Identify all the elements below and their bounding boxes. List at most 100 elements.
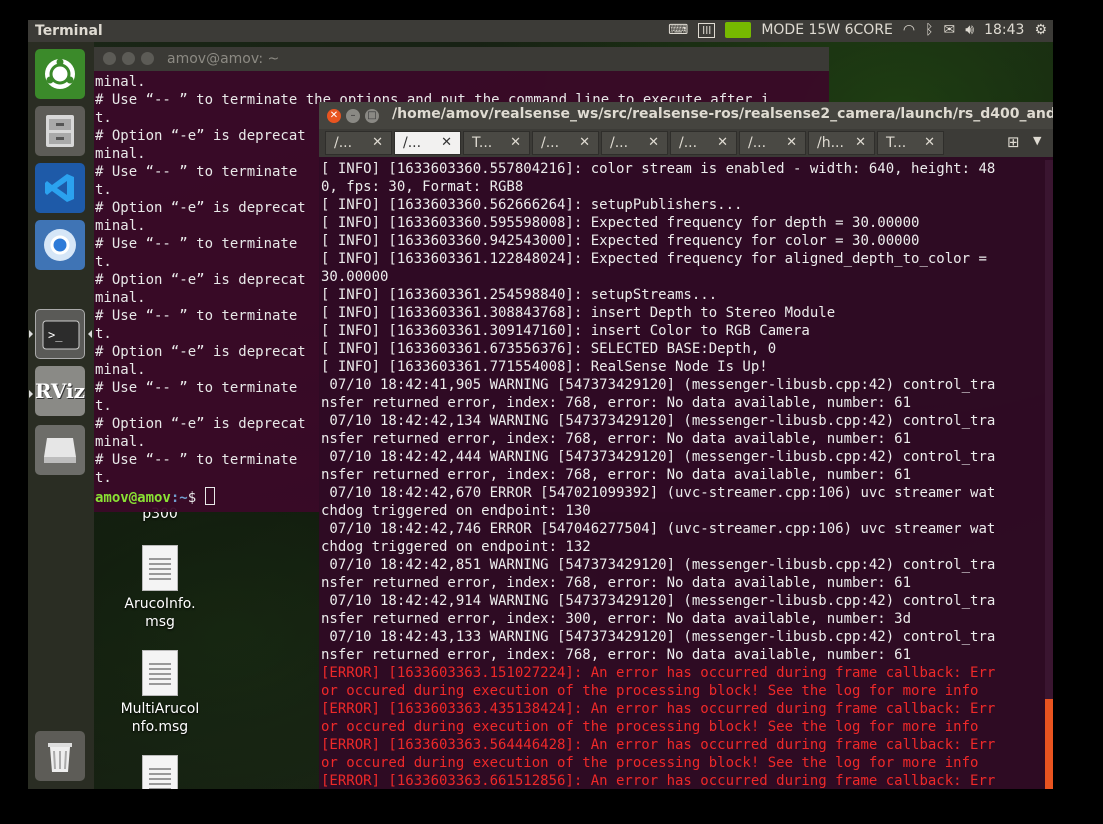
log-line: nsfer returned error, index: 768, error:…: [321, 467, 912, 483]
chevron-down-icon[interactable]: ▼: [1033, 134, 1041, 147]
tab-label: /...: [748, 135, 767, 151]
text-file-icon: [142, 545, 178, 591]
wifi-icon[interactable]: ◠: [903, 22, 915, 38]
minimize-button[interactable]: –: [346, 109, 360, 123]
launcher-rviz[interactable]: RViz: [35, 366, 85, 416]
bluetooth-icon[interactable]: ᛒ: [925, 22, 933, 38]
close-button[interactable]: [103, 52, 116, 65]
settings-gear-icon[interactable]: ⚙: [1034, 22, 1047, 38]
launcher-chromium[interactable]: [35, 220, 85, 270]
log-line: 07/10 18:42:41,905 WARNING [547373429120…: [321, 377, 996, 393]
close-button[interactable]: ✕: [327, 109, 341, 123]
text-file-icon: [142, 650, 178, 696]
error-log-line: [ERROR] [1633603363.661512856]: An error…: [321, 773, 996, 789]
tab-label: /...: [679, 135, 698, 151]
log-line: [ INFO] [1633603361.254598840]: setupStr…: [321, 287, 718, 303]
log-line: nsfer returned error, index: 300, error:…: [321, 611, 912, 627]
desktop-icon-multiarucoinfo[interactable]: MultiArucoI nfo.msg: [115, 650, 205, 736]
log-line: [ INFO] [1633603361.122848024]: Expected…: [321, 251, 987, 267]
svg-text:>_: >_: [48, 328, 63, 342]
log-line: nsfer returned error, index: 768, error:…: [321, 647, 912, 663]
front-terminal-window[interactable]: ✕ – □ /home/amov/realsense_ws/src/realse…: [319, 102, 1053, 789]
terminal-tab[interactable]: /... ✕: [670, 131, 737, 155]
front-terminal-output[interactable]: [ INFO] [1633603360.557804216]: color st…: [321, 160, 1039, 789]
terminal-tab[interactable]: T... ✕: [463, 131, 530, 155]
terminal-tab[interactable]: /... ✕: [394, 131, 461, 155]
tab-close-icon[interactable]: ✕: [924, 135, 935, 150]
tab-close-icon[interactable]: ✕: [855, 135, 866, 150]
tab-close-icon[interactable]: ✕: [786, 135, 797, 150]
minimize-button[interactable]: [122, 52, 135, 65]
indicator-area: ⌨ lll MODE 15W 6CORE ◠ ᛒ ✉ 🔊︎ 18:43 ⚙: [668, 22, 1047, 38]
tab-close-icon[interactable]: ✕: [372, 135, 383, 150]
launcher-disk[interactable]: [35, 425, 85, 475]
running-indicator: [29, 330, 33, 338]
error-log-line: or occured during execution of the proce…: [321, 683, 979, 699]
error-log-line: or occured during execution of the proce…: [321, 719, 979, 735]
tab-close-icon[interactable]: ✕: [579, 135, 590, 150]
terminal-tab[interactable]: /... ✕: [532, 131, 599, 155]
volume-icon[interactable]: 🔊︎: [965, 22, 974, 38]
tab-close-icon[interactable]: ✕: [441, 135, 452, 150]
terminal-tab[interactable]: T... ✕: [877, 131, 944, 155]
scrollbar-thumb[interactable]: [1045, 699, 1053, 789]
log-line: chdog triggered on endpoint: 130: [321, 503, 591, 519]
log-line: 0, fps: 30, Format: RGB8: [321, 179, 524, 195]
launcher-vscode[interactable]: [35, 163, 85, 213]
launcher-terminal[interactable]: >_: [35, 309, 85, 359]
terminal-tab[interactable]: /... ✕: [601, 131, 668, 155]
log-line: chdog triggered on endpoint: 132: [321, 539, 591, 555]
tab-label: /...: [403, 135, 422, 151]
tab-close-icon[interactable]: ✕: [717, 135, 728, 150]
desktop-icon-arucoinfo[interactable]: ArucoInfo. msg: [115, 545, 205, 631]
window-title: amov@amov: ~: [167, 51, 280, 67]
terminal-tab[interactable]: /h... ✕: [808, 131, 875, 155]
log-line: [ INFO] [1633603361.309147160]: insert C…: [321, 323, 810, 339]
log-line: [ INFO] [1633603361.308843768]: insert D…: [321, 305, 836, 321]
terminal-tab-bar: /... ✕/... ✕ T... ✕/... ✕/... ✕/... ✕/... ✕/h...…: [319, 129, 1053, 157]
error-log-line: or occured during execution of the proce…: [321, 755, 979, 771]
vscode-icon: [35, 163, 85, 213]
chromium-icon: [35, 220, 85, 270]
error-log-line: [ERROR] [1633603363.435138424]: An error…: [321, 701, 996, 717]
front-terminal-titlebar[interactable]: ✕ – □ /home/amov/realsense_ws/src/realse…: [319, 102, 1053, 129]
top-panel: Terminal ⌨ lll MODE 15W 6CORE ◠ ᛒ ✉ 🔊︎ 1…: [28, 20, 1053, 42]
log-line: [ INFO] [1633603360.595598008]: Expected…: [321, 215, 920, 231]
nvpmodel-mode[interactable]: MODE 15W 6CORE: [761, 22, 893, 38]
log-line: 07/10 18:42:42,851 WARNING [547373429120…: [321, 557, 996, 573]
desktop-icon-label: MultiArucoI nfo.msg: [120, 701, 200, 735]
tab-label: /...: [610, 135, 629, 151]
nvidia-icon[interactable]: [725, 22, 752, 38]
terminal-scrollbar[interactable]: [1045, 160, 1053, 789]
back-terminal-titlebar[interactable]: amov@amov: ~: [94, 47, 829, 71]
tab-close-icon[interactable]: ✕: [510, 135, 521, 150]
desktop-icon-file[interactable]: [115, 755, 205, 789]
log-line: 07/10 18:42:42,746 ERROR [547046277504] …: [321, 521, 996, 537]
text-file-icon: [142, 755, 178, 789]
terminal-tab[interactable]: /... ✕: [739, 131, 806, 155]
log-line: 07/10 18:42:42,914 WARNING [547373429120…: [321, 593, 996, 609]
new-tab-icon[interactable]: ⊞: [1007, 133, 1020, 151]
prompt-user: amov@amov: [95, 490, 171, 506]
log-line: nsfer returned error, index: 768, error:…: [321, 431, 912, 447]
terminal-tab[interactable]: /... ✕: [325, 131, 392, 155]
tab-close-icon[interactable]: ✕: [648, 135, 659, 150]
desktop-icon-label: ArucoInfo. msg: [124, 596, 196, 630]
launcher-dash[interactable]: [35, 49, 85, 99]
log-line: [ INFO] [1633603360.562666264]: setupPub…: [321, 197, 743, 213]
log-line: 07/10 18:42:42,444 WARNING [547373429120…: [321, 449, 996, 465]
mail-icon[interactable]: ✉: [944, 22, 956, 38]
maximize-button[interactable]: [141, 52, 154, 65]
keyboard-icon[interactable]: ⌨: [668, 22, 688, 38]
clock[interactable]: 18:43: [984, 22, 1024, 38]
text-cursor: [204, 487, 215, 505]
error-log-line: [ERROR] [1633603363.151027224]: An error…: [321, 665, 996, 681]
launcher-trash[interactable]: [35, 731, 85, 781]
log-line: [ INFO] [1633603360.942543000]: Expected…: [321, 233, 920, 249]
tab-label: /...: [334, 135, 353, 151]
maximize-button[interactable]: □: [365, 109, 379, 123]
launcher: >_ RViz: [28, 42, 94, 789]
input-method-icon[interactable]: lll: [698, 22, 716, 38]
log-line: [ INFO] [1633603360.557804216]: color st…: [321, 161, 996, 177]
launcher-files[interactable]: [35, 106, 85, 156]
